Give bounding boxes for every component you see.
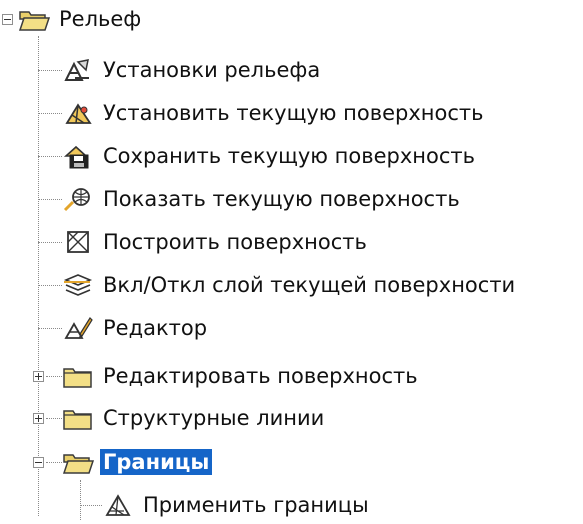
tree-line — [80, 480, 81, 520]
tree-item-label: Показать текущую поверхность — [103, 187, 460, 211]
tree-line — [38, 156, 62, 157]
tree-item-label: Построить поверхность — [103, 230, 367, 254]
tree-item-label: Структурные линии — [103, 406, 325, 430]
tree-item-label: Установки рельефа — [103, 58, 321, 82]
collapse-toggle[interactable] — [2, 14, 13, 25]
tree-item-apply-borders[interactable]: Применить границы — [102, 488, 372, 522]
tree-line — [38, 36, 39, 516]
tree-line — [38, 113, 62, 114]
folder-icon — [62, 362, 94, 390]
tree-root-relief[interactable]: Рельеф — [18, 2, 144, 36]
tree-line — [46, 462, 62, 463]
tree-item-relief-settings[interactable]: Установки рельефа — [62, 53, 323, 87]
tree-item-label: Применить границы — [143, 493, 369, 517]
build-surface-icon — [62, 228, 94, 256]
tree-item-borders[interactable]: Границы — [62, 445, 213, 479]
tree-line — [46, 376, 62, 377]
folder-open-icon — [62, 448, 95, 476]
tree-line — [38, 70, 62, 71]
layer-toggle-icon — [62, 271, 94, 299]
folder-open-icon — [18, 5, 51, 33]
collapse-toggle[interactable] — [33, 457, 44, 468]
tree-line — [80, 505, 102, 506]
show-surface-icon — [62, 185, 94, 213]
settings-icon — [62, 56, 94, 84]
tree-item-label: Границы — [100, 449, 213, 475]
folder-icon — [62, 404, 94, 432]
tree-line — [38, 285, 62, 286]
set-surface-icon — [62, 99, 94, 127]
tree-line — [38, 328, 62, 329]
tree-item-set-surface[interactable]: Установить текущую поверхность — [62, 96, 487, 130]
tree-item-structural-lines[interactable]: Структурные линии — [62, 401, 327, 435]
expand-toggle[interactable] — [33, 413, 44, 424]
tree-line — [46, 418, 62, 419]
expand-toggle[interactable] — [33, 371, 44, 382]
editor-icon — [62, 314, 94, 342]
tree-item-editor[interactable]: Редактор — [62, 311, 210, 345]
tree-item-label: Сохранить текущую поверхность — [103, 144, 475, 168]
tree-item-label: Вкл/Откл слой текущей поверхности — [103, 273, 516, 297]
tree-item-layer-toggle[interactable]: Вкл/Откл слой текущей поверхности — [62, 268, 518, 302]
tree-line — [38, 242, 62, 243]
tree-item-edit-surface[interactable]: Редактировать поверхность — [62, 359, 421, 393]
tree-item-label: Редактор — [103, 316, 208, 340]
tree-item-label: Рельеф — [59, 7, 142, 31]
tree-item-label: Редактировать поверхность — [103, 364, 418, 388]
tree-item-build-surface[interactable]: Построить поверхность — [62, 225, 370, 259]
tree-item-label: Установить текущую поверхность — [103, 101, 484, 125]
tree-item-save-surface[interactable]: Сохранить текущую поверхность — [62, 139, 478, 173]
tree-item-show-surface[interactable]: Показать текущую поверхность — [62, 182, 463, 216]
save-surface-icon — [62, 142, 94, 170]
apply-borders-icon — [102, 491, 134, 519]
tree-line — [38, 199, 62, 200]
